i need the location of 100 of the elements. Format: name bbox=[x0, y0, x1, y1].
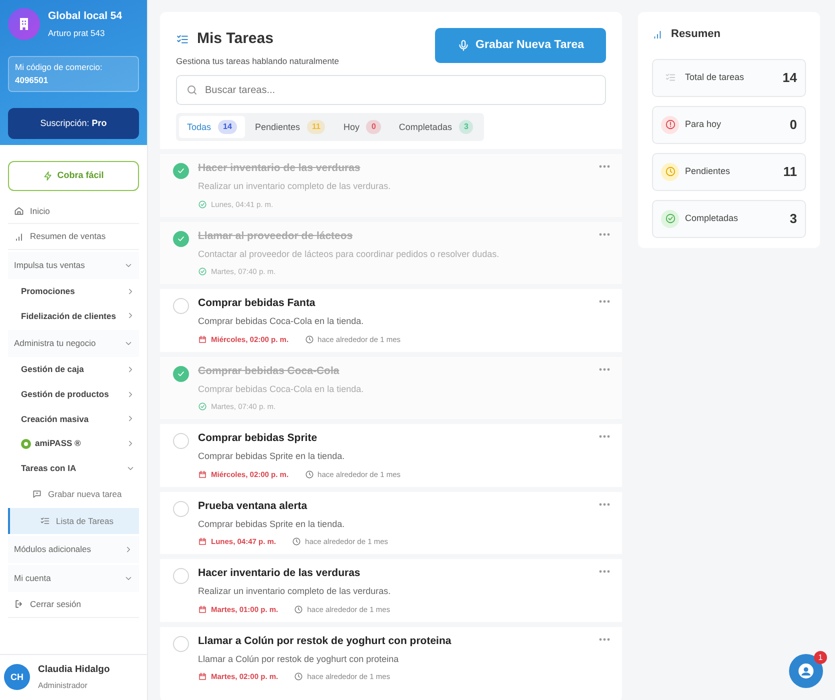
notification-badge: 1 bbox=[814, 651, 827, 664]
more-options-icon[interactable] bbox=[599, 638, 610, 641]
clock-icon bbox=[292, 537, 302, 546]
task-checkbox[interactable] bbox=[173, 298, 189, 314]
filter-tab[interactable]: Hoy 0 bbox=[335, 116, 389, 138]
count-badge: 11 bbox=[306, 120, 326, 134]
calendar-icon bbox=[198, 604, 207, 614]
alert-circle-icon bbox=[664, 119, 676, 130]
task-title: Prueba ventana alerta bbox=[198, 498, 308, 514]
count-badge: 3 bbox=[458, 120, 474, 134]
task-description: Realizar un inventario completo de las verduras. bbox=[198, 585, 391, 598]
stat-label: Pendientes bbox=[685, 164, 730, 178]
stat-value: 3 bbox=[790, 210, 797, 228]
stat-value: 0 bbox=[790, 116, 797, 134]
nav-section[interactable]: Administra tu negocio bbox=[8, 330, 139, 357]
task-description: Contactar al proveedor de lácteos para coordinar pedidos o resolver dudas. bbox=[198, 248, 500, 261]
store-address: Arturo prat 543 bbox=[48, 26, 106, 40]
stat-label: Total de tareas bbox=[685, 70, 744, 84]
nav-link[interactable]: Cerrar sesión bbox=[8, 592, 139, 618]
checklist-icon bbox=[664, 72, 676, 83]
nav-subitem[interactable]: Lista de Tareas bbox=[8, 508, 139, 534]
filter-tab[interactable]: Pendientes 11 bbox=[246, 116, 334, 138]
task-checkbox[interactable] bbox=[173, 163, 189, 180]
calendar-icon bbox=[198, 334, 207, 344]
more-options-icon[interactable] bbox=[599, 502, 610, 506]
user-role: Administrador bbox=[38, 680, 88, 692]
page-title: Mis Tareas bbox=[197, 29, 274, 49]
check-circle-icon bbox=[664, 213, 676, 224]
more-options-icon[interactable] bbox=[599, 300, 610, 304]
chat-button[interactable] bbox=[789, 654, 823, 688]
nav-section[interactable]: Módulos adicionales bbox=[8, 536, 139, 563]
stat-label: Para hoy bbox=[685, 118, 722, 131]
bar-chart-icon bbox=[14, 232, 24, 242]
nav-item[interactable]: Promociones bbox=[8, 278, 139, 304]
task-checkbox[interactable] bbox=[173, 500, 189, 517]
task-checkbox[interactable] bbox=[173, 230, 189, 247]
page-subtitle: Gestiona tus tareas hablando naturalmente bbox=[176, 54, 340, 68]
nav-item[interactable]: Gestión de productos bbox=[8, 382, 139, 406]
nav-section[interactable]: Mi cuenta bbox=[8, 565, 139, 592]
nav-link[interactable]: Resumen de ventas bbox=[8, 224, 139, 250]
calendar-icon bbox=[198, 537, 207, 546]
task-title: Llamar a Colún por restok de yoghurt con proteina bbox=[198, 634, 452, 649]
stat-label: Completadas bbox=[685, 212, 738, 225]
task-description: Comprar bebidas Coca-Cola en la tienda. bbox=[198, 315, 365, 328]
task-title: Hacer inventario de las verduras bbox=[198, 566, 362, 582]
nav-item[interactable]: Gestión de caja bbox=[8, 357, 139, 382]
more-options-icon[interactable] bbox=[599, 165, 610, 168]
stat-value: 14 bbox=[782, 68, 797, 87]
subscription-button[interactable]: Suscripción: Pro bbox=[8, 108, 139, 139]
nav-item[interactable]: Creación masiva bbox=[8, 406, 139, 432]
checklist-icon bbox=[176, 32, 189, 46]
nav-item[interactable]: amiPASS ® bbox=[8, 431, 139, 456]
bar-chart-icon bbox=[652, 28, 663, 40]
more-options-icon[interactable] bbox=[599, 435, 610, 438]
task-checkbox[interactable] bbox=[173, 366, 189, 382]
lightning-icon bbox=[43, 170, 54, 181]
count-badge: 14 bbox=[218, 120, 237, 134]
summary-title: Resumen bbox=[671, 27, 721, 42]
amipass-logo-icon bbox=[21, 438, 31, 449]
stat-value: 11 bbox=[783, 162, 797, 181]
nav-subitem[interactable]: Grabar nueva tarea bbox=[8, 480, 139, 508]
user-name: Claudia Hidalgo bbox=[38, 662, 110, 677]
task-title: Comprar bebidas Sprite bbox=[198, 431, 318, 446]
nav-link[interactable]: Inicio bbox=[8, 198, 139, 224]
check-circle-icon bbox=[198, 402, 207, 412]
task-title: Llamar al proveedor de lácteos bbox=[198, 228, 354, 244]
nav-section[interactable]: Impulsa tus ventas bbox=[8, 252, 139, 279]
microphone-icon bbox=[456, 39, 470, 52]
nav-item[interactable]: Tareas con IA bbox=[8, 456, 139, 481]
clock-icon bbox=[304, 470, 314, 479]
merchant-code: 4096501 bbox=[15, 74, 50, 86]
task-title: Comprar bebidas Fanta bbox=[198, 296, 316, 312]
nav-item[interactable]: Fidelización de clientes bbox=[8, 304, 139, 328]
more-options-icon[interactable] bbox=[599, 570, 610, 574]
task-checkbox[interactable] bbox=[173, 433, 189, 450]
checklist-icon bbox=[40, 516, 50, 526]
clock-icon bbox=[304, 334, 314, 344]
check-circle-icon bbox=[198, 267, 207, 276]
check-icon bbox=[176, 234, 186, 244]
task-description: Comprar bebidas Coca-Cola en la tienda. bbox=[198, 382, 364, 396]
message-icon bbox=[32, 489, 42, 500]
check-circle-icon bbox=[198, 200, 207, 209]
clock-icon bbox=[664, 166, 676, 177]
task-description: Llamar a Colún por restok de yoghurt con proteina bbox=[198, 652, 400, 666]
task-title: Hacer inventario de las verduras bbox=[198, 161, 362, 176]
task-checkbox[interactable] bbox=[173, 636, 189, 652]
filter-tab[interactable]: Todas 14 bbox=[179, 116, 245, 138]
store-name: Global local 54 bbox=[48, 8, 122, 24]
search-field[interactable]: Buscar tareas... bbox=[176, 75, 606, 106]
logout-icon bbox=[14, 599, 24, 610]
task-description: Comprar bebidas Sprite en la tienda. bbox=[198, 518, 346, 531]
clock-icon bbox=[294, 604, 304, 614]
task-title: Comprar bebidas Coca-Cola bbox=[198, 364, 340, 379]
filter-tab[interactable]: Completadas 3 bbox=[390, 116, 482, 138]
count-badge: 0 bbox=[366, 120, 381, 134]
more-options-icon[interactable] bbox=[599, 368, 610, 371]
task-checkbox[interactable] bbox=[173, 568, 189, 584]
calendar-icon bbox=[198, 672, 207, 682]
more-options-icon[interactable] bbox=[599, 232, 610, 236]
home-icon bbox=[14, 206, 24, 216]
